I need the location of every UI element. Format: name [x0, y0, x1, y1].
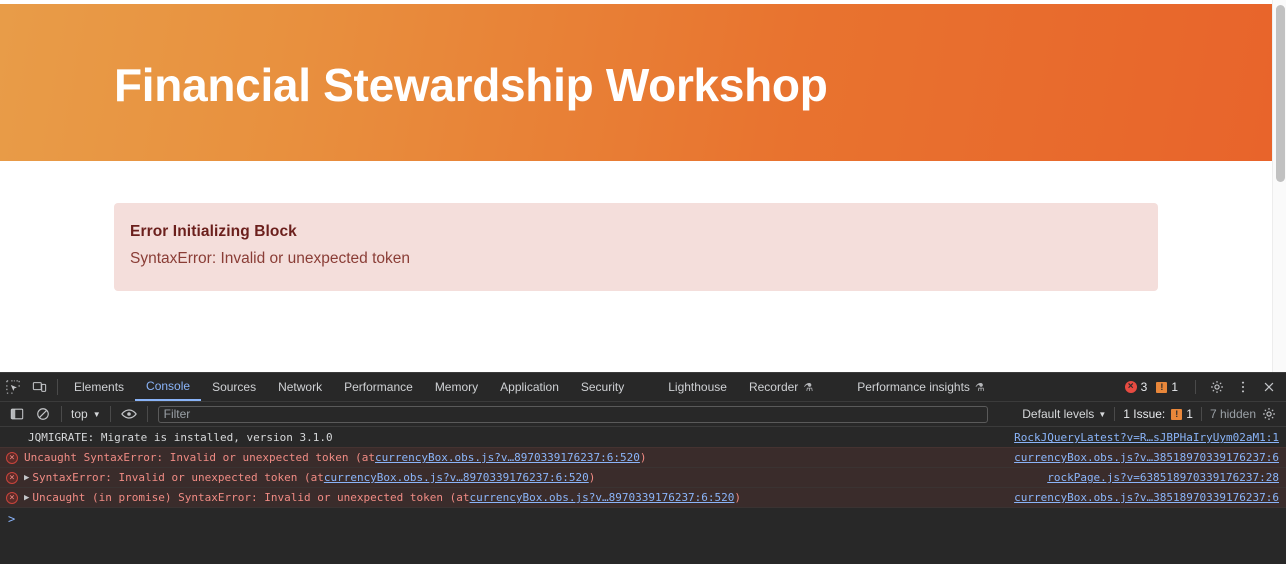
issues-label: 1 Issue:: [1123, 407, 1166, 421]
tab-label: Console: [146, 379, 191, 393]
hidden-messages-label[interactable]: 7 hidden: [1210, 407, 1256, 421]
expand-triangle-icon[interactable]: ▶: [24, 493, 29, 503]
tab-console[interactable]: Console: [135, 373, 202, 401]
tab-lighthouse[interactable]: Lighthouse: [657, 373, 738, 401]
tab-elements[interactable]: Elements: [63, 373, 135, 401]
page-vertical-scrollbar[interactable]: [1272, 0, 1286, 372]
console-message-row[interactable]: × Uncaught SyntaxError: Invalid or unexp…: [0, 448, 1286, 468]
page-title: Financial Stewardship Workshop: [114, 59, 828, 111]
error-circle-icon: ×: [6, 491, 18, 504]
tab-performance[interactable]: Performance: [333, 373, 424, 401]
toolbar-divider: [57, 379, 58, 395]
tab-performance-insights[interactable]: Performance insights ⚗: [846, 373, 996, 401]
page-scrollbar-thumb[interactable]: [1276, 5, 1285, 182]
warning-count: 1: [1171, 380, 1178, 394]
console-prompt-row[interactable]: >: [0, 508, 1286, 530]
tab-label: Network: [278, 380, 323, 394]
close-icon[interactable]: [1256, 374, 1282, 400]
error-circle-icon: ×: [6, 471, 18, 484]
expand-triangle-icon[interactable]: ▶: [24, 473, 29, 483]
log-levels-label: Default levels: [1022, 407, 1095, 421]
execution-context-selector[interactable]: top ▼: [67, 407, 105, 421]
message-source-link[interactable]: RockJQueryLatest?v=R…sJBPHaIryUym02aM1:1: [1014, 431, 1279, 444]
message-text: Uncaught (in promise) SyntaxError: Inval…: [32, 491, 470, 504]
execution-context-label: top: [71, 407, 88, 421]
message-text: JQMIGRATE: Migrate is installed, version…: [28, 431, 333, 444]
error-circle-icon: ×: [1124, 381, 1137, 393]
flask-icon: ⚗: [974, 381, 985, 394]
page-content: Financial Stewardship Workshop Error Ini…: [0, 0, 1272, 372]
devtools-bottom-strip: [0, 549, 1286, 563]
console-message-row[interactable]: JQMIGRATE: Migrate is installed, version…: [0, 428, 1286, 448]
issues-count: 1: [1186, 407, 1193, 421]
live-expression-icon[interactable]: [116, 401, 142, 427]
message-inline-link[interactable]: currencyBox.obs.js?v…8970339176237:6:520: [324, 471, 589, 484]
message-suffix: ): [639, 451, 647, 464]
hero-banner: Financial Stewardship Workshop: [0, 4, 1272, 161]
flask-icon: ⚗: [803, 381, 814, 394]
devtools-toolbar-right: × 3 ! 1: [1124, 373, 1282, 401]
console-filter-toolbar: top ▼ Default levels ▼ 1 Issue: ! 1: [0, 402, 1286, 427]
devtools-tabbar: Elements Console Sources Network Perform…: [0, 373, 1286, 402]
tab-label: Recorder: [748, 380, 799, 394]
console-message-row[interactable]: × ▶ SyntaxError: Invalid or unexpected t…: [0, 468, 1286, 488]
inspect-element-icon[interactable]: [0, 374, 26, 400]
chevron-down-icon: ▼: [1098, 409, 1107, 419]
tab-label: Sources: [212, 380, 257, 394]
console-settings-gear-icon[interactable]: [1256, 401, 1282, 427]
toolbar-divider: [61, 406, 62, 422]
message-source-link[interactable]: currencyBox.obs.js?v…38518970339176237:6: [1014, 491, 1279, 504]
tab-network[interactable]: Network: [267, 373, 333, 401]
log-levels-selector[interactable]: Default levels ▼: [1022, 407, 1106, 421]
tab-recorder[interactable]: Recorder ⚗: [738, 373, 824, 401]
console-filter-right: Default levels ▼ 1 Issue: ! 1 7 hidden: [1022, 401, 1282, 427]
error-circle-icon: ×: [6, 451, 18, 464]
error-count-badge[interactable]: × 3: [1124, 380, 1148, 394]
tab-security[interactable]: Security: [570, 373, 635, 401]
message-source-link[interactable]: rockPage.js?v=638518970339176237:28: [1047, 471, 1279, 484]
tab-label: Elements: [74, 380, 125, 394]
console-sidebar-icon[interactable]: [4, 401, 30, 427]
toolbar-divider: [1200, 407, 1202, 421]
toolbar-divider: [1195, 380, 1196, 394]
chevron-down-icon: ▼: [92, 409, 101, 419]
device-toolbar-icon[interactable]: [26, 374, 52, 400]
clear-console-icon[interactable]: [30, 401, 56, 427]
message-inline-link[interactable]: currencyBox.obs.js?v…8970339176237:6:520: [470, 491, 735, 504]
filter-input[interactable]: [157, 405, 988, 423]
tab-label: Security: [580, 380, 625, 394]
console-message-list[interactable]: JQMIGRATE: Migrate is installed, version…: [0, 428, 1286, 564]
message-suffix: ): [734, 491, 742, 504]
more-options-icon[interactable]: [1230, 374, 1256, 400]
browser-page-viewport: Financial Stewardship Workshop Error Ini…: [0, 0, 1286, 372]
prompt-caret-icon: >: [8, 512, 16, 526]
error-count: 3: [1140, 380, 1148, 394]
message-source-link[interactable]: currencyBox.obs.js?v…38518970339176237:6: [1014, 451, 1279, 464]
warning-square-icon: !: [1171, 408, 1183, 420]
error-callout-message: SyntaxError: Invalid or unexpected token: [130, 250, 411, 267]
message-text: Uncaught SyntaxError: Invalid or unexpec…: [24, 451, 375, 464]
console-message-row[interactable]: × ▶ Uncaught (in promise) SyntaxError: I…: [0, 488, 1286, 508]
warning-count-badge[interactable]: ! 1: [1156, 380, 1178, 394]
message-inline-link[interactable]: currencyBox.obs.js?v…8970339176237:6:520: [375, 451, 640, 464]
tab-label: Lighthouse: [668, 380, 727, 394]
toolbar-divider: [146, 406, 148, 422]
error-callout: Error Initializing Block SyntaxError: In…: [114, 203, 1158, 291]
devtools-panel: Elements Console Sources Network Perform…: [0, 372, 1286, 564]
tab-label: Performance: [344, 380, 413, 394]
message-suffix: ): [588, 471, 596, 484]
message-text: SyntaxError: Invalid or unexpected token…: [32, 471, 324, 484]
tab-label: Application: [500, 380, 559, 394]
tab-memory[interactable]: Memory: [424, 373, 489, 401]
toolbar-divider: [109, 406, 111, 422]
warning-square-icon: !: [1156, 381, 1168, 393]
toolbar-divider: [1114, 407, 1116, 421]
tab-label: Performance insights: [857, 380, 970, 394]
error-callout-title: Error Initializing Block: [130, 223, 297, 240]
tab-application[interactable]: Application: [489, 373, 570, 401]
tab-sources[interactable]: Sources: [201, 373, 267, 401]
tab-label: Memory: [434, 380, 479, 394]
issues-badge[interactable]: 1 Issue: ! 1: [1123, 407, 1193, 421]
gear-icon[interactable]: [1204, 374, 1230, 400]
